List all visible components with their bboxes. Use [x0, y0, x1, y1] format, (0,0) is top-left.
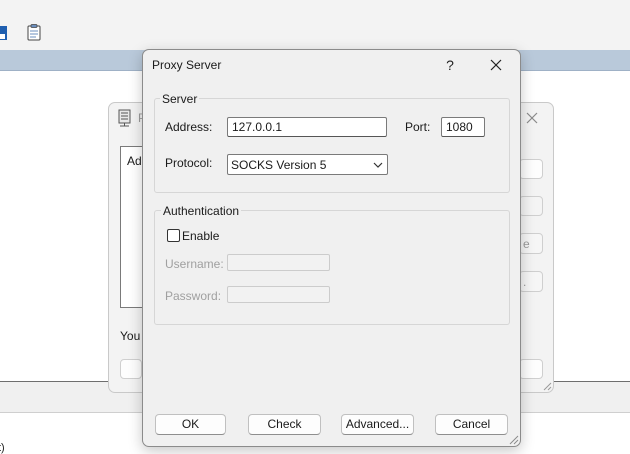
authentication-group-label: Authentication — [161, 204, 242, 218]
background-bottom-left-field[interactable] — [120, 359, 142, 379]
clipboard-icon[interactable] — [27, 24, 41, 41]
cancel-button[interactable]: Cancel — [435, 414, 508, 435]
password-label: Password: — [165, 289, 222, 303]
check-button[interactable]: Check — [248, 414, 321, 435]
help-button[interactable]: ? — [439, 55, 461, 75]
advanced-button[interactable]: Advanced... — [341, 414, 414, 435]
enable-label[interactable]: Enable — [182, 229, 219, 243]
port-field[interactable]: 1080 — [441, 117, 485, 137]
address-label: Address: — [165, 120, 213, 134]
background-button-2[interactable]: . — [519, 271, 543, 292]
resize-grip-icon[interactable] — [508, 434, 519, 445]
chevron-down-icon — [373, 162, 383, 168]
port-label: Port: — [405, 120, 431, 134]
dialog-title: Proxy Server — [152, 58, 222, 72]
background-bottom-right-field[interactable] — [519, 359, 543, 379]
background-button-1[interactable]: e — [519, 233, 543, 254]
app-status-text: t) — [0, 442, 5, 454]
server-group-label: Server — [160, 92, 200, 106]
protocol-label: Protocol: — [165, 156, 213, 170]
enable-checkbox[interactable] — [167, 229, 180, 242]
address-field[interactable]: 127.0.0.1 — [227, 117, 387, 137]
protocol-select[interactable]: SOCKS Version 5 — [227, 154, 388, 175]
background-field-2 — [519, 196, 543, 216]
background-resize-grip-icon[interactable] — [542, 381, 552, 391]
background-close-icon[interactable] — [522, 108, 542, 128]
close-icon[interactable] — [483, 54, 509, 76]
password-field — [227, 286, 330, 303]
server-icon — [118, 109, 131, 127]
app-toolbar — [0, 0, 630, 50]
username-field — [227, 254, 330, 271]
proxy-server-dialog: Proxy Server ? Server Address: 127.0.0.1… — [142, 49, 521, 447]
username-label: Username: — [165, 257, 224, 271]
dialog-titlebar[interactable]: Proxy Server ? — [143, 50, 520, 80]
server-group — [154, 98, 510, 193]
background-field-1[interactable] — [519, 159, 543, 179]
save-icon[interactable] — [0, 25, 8, 41]
ok-button[interactable]: OK — [155, 414, 226, 435]
protocol-selected-value: SOCKS Version 5 — [231, 158, 327, 172]
